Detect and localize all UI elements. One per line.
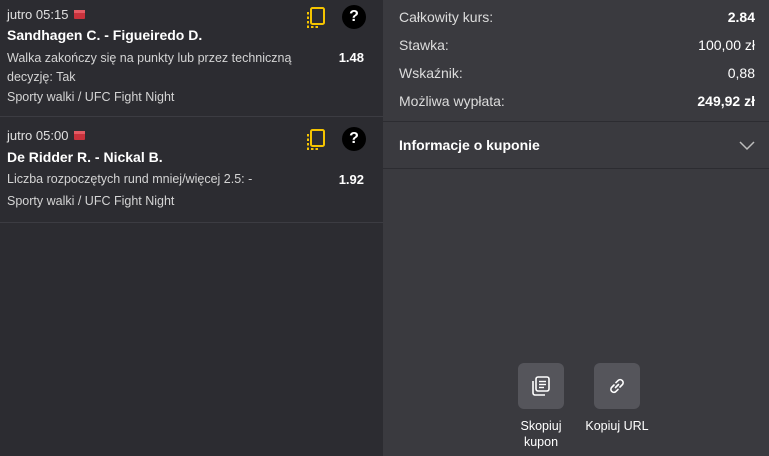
copy-coupon-label-line2: kupon xyxy=(523,435,559,449)
payout-label: Możliwa wypłata: xyxy=(399,93,505,109)
market-text: Walka zakończy się na punkty lub przez t… xyxy=(7,51,292,84)
help-icon[interactable]: ? xyxy=(342,127,366,151)
bet-item: jutro 05:15 ? Sandhagen C. - Figueiredo … xyxy=(0,0,383,117)
indicator-label: Wskaźnik: xyxy=(399,65,463,81)
bet-item: jutro 05:00 ? De Ridder R. - Nickal B. L… xyxy=(0,117,383,223)
match-name: Sandhagen C. - Figueiredo D. xyxy=(7,27,203,43)
copy-list-icon xyxy=(532,376,550,396)
copy-url-action[interactable]: Kopiuj URL xyxy=(577,363,657,434)
bet-list: jutro 05:15 ? Sandhagen C. - Figueiredo … xyxy=(0,0,383,456)
payout-value: 249,92 zł xyxy=(697,93,755,109)
copy-coupon-label: Skopiuj kupon xyxy=(521,418,562,450)
total-odds-value: 2.84 xyxy=(727,9,755,25)
chevron-down-icon xyxy=(739,141,755,151)
bet-time: jutro 05:00 xyxy=(7,128,86,143)
flag-icon xyxy=(74,10,86,19)
copy-coupon-action[interactable]: Skopiuj kupon xyxy=(501,363,581,450)
help-icon[interactable]: ? xyxy=(342,5,366,29)
market-text: Liczba rozpoczętych rund mniej/więcej 2.… xyxy=(7,172,253,186)
coupon-info-toggle[interactable]: Informacje o kuponie xyxy=(383,123,769,169)
sport-category: Sporty walki / UFC Fight Night xyxy=(7,90,175,104)
indicator-row: Wskaźnik: 0,88 xyxy=(399,65,755,81)
bet-odd: 1.48 xyxy=(338,50,364,65)
total-odds-label: Całkowity kurs: xyxy=(399,9,494,25)
flag-icon xyxy=(74,131,86,140)
stake-row: Stawka: 100,00 zł xyxy=(399,37,755,53)
copy-coupon-button[interactable] xyxy=(518,363,564,409)
coupon-info-title: Informacje o kuponie xyxy=(399,137,540,153)
link-icon xyxy=(610,378,624,394)
coupon-summary: Całkowity kurs: 2.84 Stawka: 100,00 zł W… xyxy=(383,0,769,122)
indicator-value: 0,88 xyxy=(727,65,755,81)
coupon-panel: Całkowity kurs: 2.84 Stawka: 100,00 zł W… xyxy=(383,0,769,456)
total-odds-row: Całkowity kurs: 2.84 xyxy=(399,9,755,25)
stake-value: 100,00 zł xyxy=(698,37,755,53)
bet-time: jutro 05:15 xyxy=(7,7,86,22)
copy-url-label: Kopiuj URL xyxy=(585,419,649,433)
payout-row: Możliwa wypłata: 249,92 zł xyxy=(399,93,755,109)
sport-category: Sporty walki / UFC Fight Night xyxy=(7,194,175,208)
copy-url-button[interactable] xyxy=(594,363,640,409)
bet-time-label: jutro 05:15 xyxy=(7,7,69,22)
match-name: De Ridder R. - Nickal B. xyxy=(7,149,163,165)
stake-label: Stawka: xyxy=(399,37,449,53)
copy-bet-icon[interactable] xyxy=(306,7,326,29)
bet-odd: 1.92 xyxy=(338,172,364,187)
copy-coupon-label-line1: Skopiuj xyxy=(520,419,562,433)
bet-time-label: jutro 05:00 xyxy=(7,128,69,143)
copy-bet-icon[interactable] xyxy=(306,129,326,151)
